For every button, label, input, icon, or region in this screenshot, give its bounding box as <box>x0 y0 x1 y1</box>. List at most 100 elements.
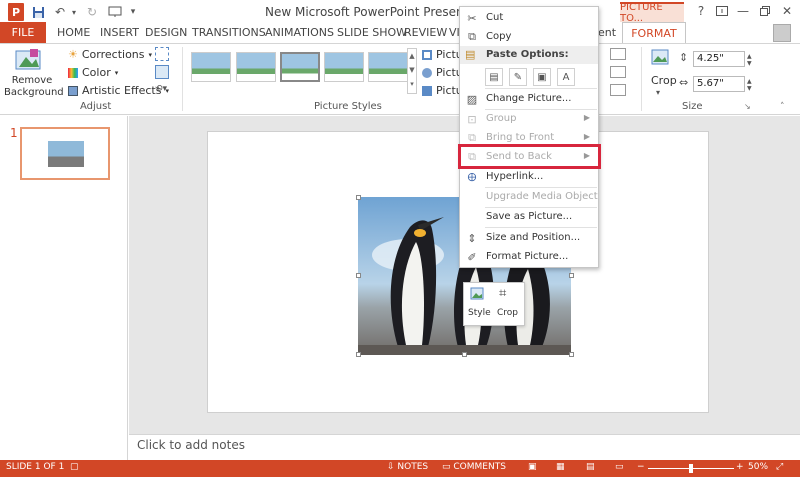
paste-use-destination-theme-icon[interactable]: ▤ <box>485 68 503 86</box>
spell-check-icon[interactable]: ▢ <box>70 462 79 472</box>
picture-style-thumb-selected[interactable] <box>280 52 320 82</box>
avatar[interactable] <box>773 24 791 42</box>
menu-item-save-as-picture[interactable]: Save as Picture... <box>460 208 598 227</box>
align-icon[interactable] <box>610 48 626 60</box>
tab-slide-show[interactable]: SLIDE SHOW <box>337 26 407 39</box>
artistic-effects-button[interactable]: Artistic Effects ▾ <box>68 84 169 97</box>
remove-background-button[interactable]: Remove Background <box>4 75 64 99</box>
notes-icon: ⇩ <box>387 462 398 472</box>
picture-style-thumb[interactable] <box>191 52 231 82</box>
slide-show-view-icon[interactable]: ▭ <box>615 462 624 472</box>
menu-separator <box>485 88 597 89</box>
zoom-level[interactable]: 50% <box>748 462 768 472</box>
reading-view-icon[interactable]: ▤ <box>586 462 595 472</box>
gallery-scroll[interactable]: ▲ ▼ ▾ <box>407 48 417 94</box>
menu-item-format-picture[interactable]: ✐ Format Picture... <box>460 248 598 267</box>
corrections-icon: ☀ <box>68 48 78 61</box>
resize-handle[interactable] <box>356 195 361 200</box>
close-icon[interactable]: ✕ <box>776 2 798 20</box>
resize-handle[interactable] <box>356 273 361 278</box>
width-spinner[interactable]: ▲ ▼ <box>747 78 752 92</box>
paste-options-header: ▤ Paste Options: <box>460 46 598 64</box>
hyperlink-icon: 🜨 <box>467 171 477 184</box>
comments-status-button[interactable]: ▭ COMMENTS <box>442 462 506 472</box>
remove-background-icon[interactable] <box>14 47 42 73</box>
tab-insert[interactable]: INSERT <box>100 26 139 39</box>
corrections-button[interactable]: ☀ Corrections ▾ <box>68 48 152 61</box>
menu-item-upgrade-media-object[interactable]: Upgrade Media Object <box>460 188 598 207</box>
resize-handle[interactable] <box>569 352 574 357</box>
color-button[interactable]: Color ▾ <box>68 66 118 79</box>
notes-status-button[interactable]: ⇩ NOTES <box>387 462 428 472</box>
powerpoint-logo-icon: P <box>8 3 24 21</box>
crop-button[interactable]: Crop <box>651 74 677 87</box>
notes-placeholder[interactable]: Click to add notes <box>137 438 245 452</box>
restore-icon[interactable] <box>754 2 776 20</box>
paste-keep-text-only-icon[interactable]: A <box>557 68 575 86</box>
collapse-ribbon-icon[interactable]: ˄ <box>780 102 785 112</box>
normal-view-icon[interactable]: ▣ <box>528 462 537 472</box>
tab-hidden-partial[interactable]: ent <box>598 26 616 39</box>
save-icon[interactable] <box>30 4 46 20</box>
zoom-out-icon[interactable]: − <box>637 462 645 472</box>
redo-icon[interactable]: ↻ <box>84 4 100 20</box>
width-field[interactable]: 5.67" <box>693 76 745 92</box>
menu-item-hyperlink[interactable]: 🜨 Hyperlink... <box>460 168 598 187</box>
picture-style-thumb[interactable] <box>368 52 408 82</box>
tab-file[interactable]: FILE <box>0 22 46 43</box>
tab-animations[interactable]: ANIMATIONS <box>265 26 334 39</box>
picture-layout-icon <box>422 85 432 96</box>
comments-icon: ▭ <box>442 462 454 472</box>
undo-dropdown-icon[interactable]: ▾ <box>66 4 82 20</box>
height-field[interactable]: 4.25" <box>693 51 745 67</box>
style-icon[interactable] <box>470 287 486 301</box>
menu-separator <box>485 227 597 228</box>
paste-keep-source-formatting-icon[interactable]: ✎ <box>509 68 527 86</box>
tab-design[interactable]: DESIGN <box>145 26 187 39</box>
compress-pictures-icon[interactable] <box>155 47 169 61</box>
picture-style-thumb[interactable] <box>324 52 364 82</box>
customize-qat-icon[interactable]: ▾ <box>125 4 141 20</box>
mini-crop-icon[interactable]: ⌗ <box>499 286 506 301</box>
picture-layout-button[interactable]: Pictu <box>422 84 463 97</box>
minimize-icon[interactable]: — <box>732 2 754 20</box>
tab-review[interactable]: REVIEW <box>404 26 447 39</box>
paste-picture-icon[interactable]: ▣ <box>533 68 551 86</box>
size-dialog-launcher-icon[interactable]: ↘ <box>744 102 751 111</box>
menu-item-cut[interactable]: ✂ Cut <box>460 9 598 28</box>
tab-format[interactable]: FORMAT <box>622 22 686 44</box>
resize-handle[interactable] <box>462 352 467 357</box>
menu-item-size-and-position[interactable]: ⇕ Size and Position... <box>460 229 598 248</box>
menu-item-copy[interactable]: ⧉ Copy <box>460 28 598 47</box>
change-picture-ribbon-icon[interactable] <box>155 65 169 79</box>
crop-dropdown-icon[interactable]: ▾ <box>656 88 660 97</box>
picture-tools-header: PICTURE TO... <box>620 2 684 24</box>
tab-home[interactable]: HOME <box>57 26 90 39</box>
slide-sorter-view-icon[interactable]: ▦ <box>556 462 565 472</box>
ribbon-display-icon[interactable] <box>711 2 733 20</box>
reset-picture-icon[interactable]: ⟲▾ <box>155 84 169 96</box>
adjust-group-label: Adjust <box>80 101 112 112</box>
resize-handle[interactable] <box>356 352 361 357</box>
slide-thumbnail-image <box>48 141 84 167</box>
highlight-box <box>458 144 601 169</box>
rotate-icon[interactable] <box>610 84 626 96</box>
resize-handle[interactable] <box>569 273 574 278</box>
mini-toolbar-crop-label[interactable]: Crop <box>497 308 518 318</box>
group-objects-icon[interactable] <box>610 66 626 78</box>
help-icon[interactable]: ? <box>690 2 712 20</box>
slideshow-from-start-icon[interactable] <box>107 4 123 20</box>
height-spinner[interactable]: ▲ ▼ <box>747 53 752 67</box>
picture-effects-button[interactable]: Pictu <box>422 66 463 79</box>
menu-item-change-picture[interactable]: ▨ Change Picture... <box>460 90 598 109</box>
mini-toolbar-style-label[interactable]: Style <box>468 308 491 318</box>
tab-transitions[interactable]: TRANSITIONS <box>192 26 266 39</box>
zoom-in-icon[interactable]: + <box>736 462 744 472</box>
zoom-slider-thumb[interactable] <box>689 464 693 473</box>
menu-item-group[interactable]: ⊡ Group ▶ <box>460 110 598 129</box>
crop-icon[interactable] <box>649 46 671 70</box>
picture-border-button[interactable]: Pictu <box>422 48 463 61</box>
fit-to-window-icon[interactable]: ⤢ <box>776 462 783 472</box>
size-group-label: Size <box>682 101 703 112</box>
picture-style-thumb[interactable] <box>236 52 276 82</box>
